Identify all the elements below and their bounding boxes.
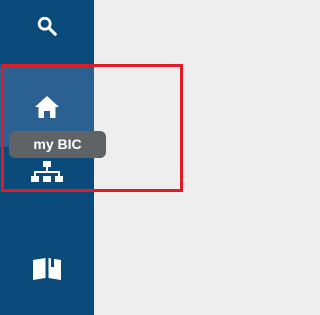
org-chart-icon (31, 161, 63, 182)
sidebar-item-library[interactable] (0, 246, 94, 292)
home-icon (35, 95, 59, 118)
book-icon (33, 258, 61, 280)
nav-tooltip: my BIC (9, 131, 106, 158)
sidebar-item-search[interactable] (0, 6, 94, 46)
app-window: my BIC (0, 0, 242, 315)
search-icon (37, 16, 57, 36)
